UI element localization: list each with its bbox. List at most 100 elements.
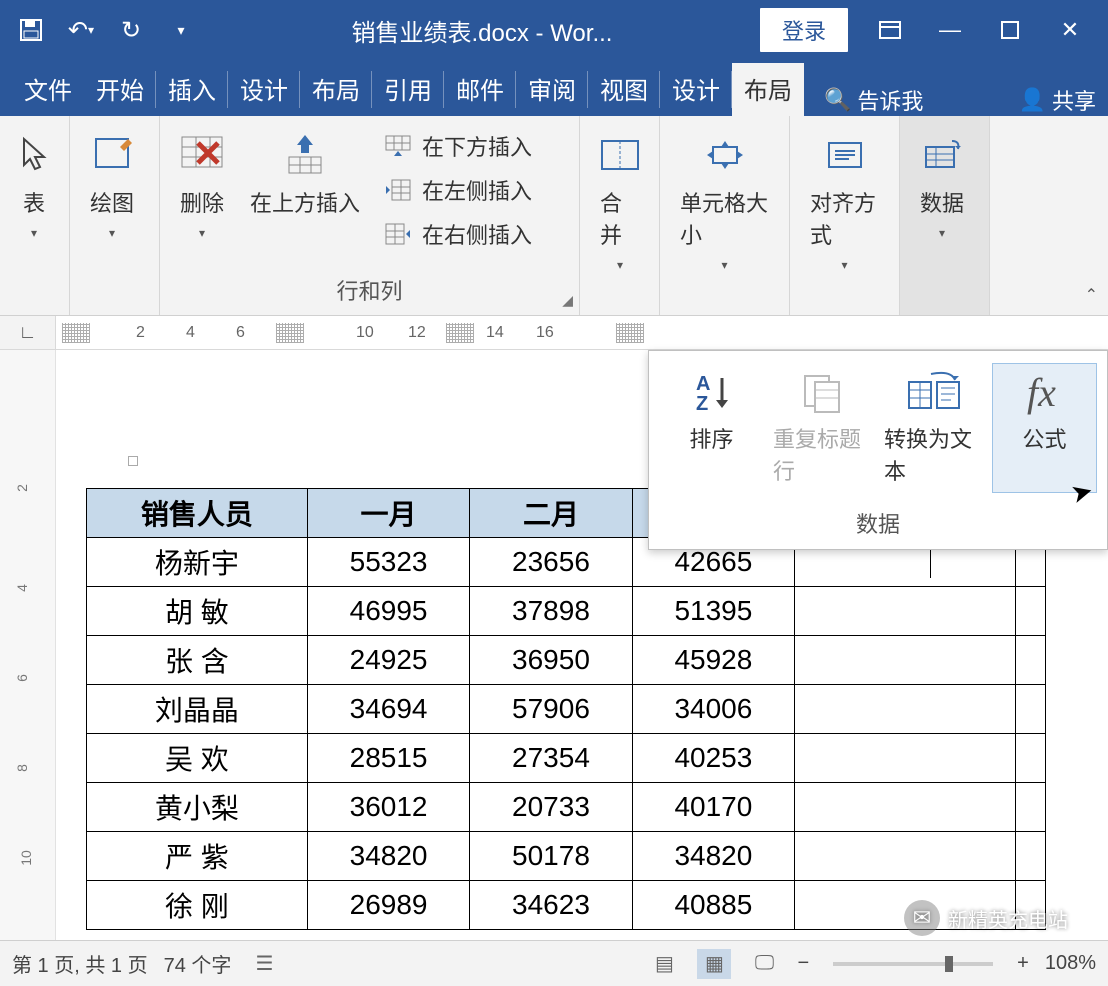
tab-home[interactable]: 开始 <box>84 63 156 116</box>
data-button[interactable]: 数据 <box>912 124 972 246</box>
qat-customize[interactable]: ▾ <box>158 7 204 53</box>
ruler-tabstop[interactable] <box>446 323 474 343</box>
spellcheck-icon[interactable]: ☰ <box>247 949 281 979</box>
table-header[interactable]: 二月 <box>470 489 632 538</box>
delete-button[interactable]: 删除 <box>172 124 232 246</box>
insert-below-button[interactable]: 在下方插入 <box>378 128 536 164</box>
maximize-button[interactable] <box>980 7 1040 53</box>
merge-button[interactable]: 合并 <box>592 124 648 278</box>
close-button[interactable]: ✕ <box>1040 7 1100 53</box>
table-cell[interactable]: 27354 <box>470 734 632 783</box>
table-header[interactable]: 一月 <box>307 489 469 538</box>
table-cell[interactable] <box>795 636 1016 685</box>
read-mode-button[interactable]: ▤ <box>647 949 681 979</box>
save-button[interactable] <box>8 7 54 53</box>
table-cell[interactable]: 34006 <box>632 685 794 734</box>
table-cell[interactable]: 杨新宇 <box>87 538 308 587</box>
tab-design[interactable]: 设计 <box>228 63 300 116</box>
table-cell[interactable]: 34694 <box>307 685 469 734</box>
tab-selector[interactable]: ∟ <box>0 316 56 349</box>
login-button[interactable]: 登录 <box>760 8 848 52</box>
table-cell[interactable]: 37898 <box>470 587 632 636</box>
horizontal-ruler[interactable]: ∟ 2 4 6 10 12 14 16 <box>0 316 1108 350</box>
table-cell[interactable] <box>1016 587 1046 636</box>
table-cell[interactable]: 黄小梨 <box>87 783 308 832</box>
table-cell[interactable]: 46995 <box>307 587 469 636</box>
table-cell[interactable] <box>795 734 1016 783</box>
tab-file[interactable]: 文件 <box>12 63 84 116</box>
table-cell[interactable]: 50178 <box>470 832 632 881</box>
tab-review[interactable]: 审阅 <box>516 63 588 116</box>
table-cell[interactable] <box>1016 685 1046 734</box>
table-cell[interactable]: 40885 <box>632 881 794 930</box>
table-cell[interactable]: 严 紫 <box>87 832 308 881</box>
table-cell[interactable] <box>1016 783 1046 832</box>
table-cell[interactable]: 34623 <box>470 881 632 930</box>
table-cell[interactable]: 刘晶晶 <box>87 685 308 734</box>
table-cell[interactable] <box>1016 636 1046 685</box>
sort-button[interactable]: AZ 排序 <box>659 363 764 493</box>
print-layout-button[interactable]: ▦ <box>697 949 731 979</box>
cell-size-button[interactable]: 单元格大小 <box>672 124 777 278</box>
table-cell[interactable]: 40170 <box>632 783 794 832</box>
word-count[interactable]: 74 个字 <box>164 949 232 978</box>
page-indicator[interactable]: 第 1 页, 共 1 页 <box>12 949 148 978</box>
collapse-ribbon-button[interactable]: ⌃ <box>1085 285 1098 305</box>
table-cell[interactable]: 胡 敏 <box>87 587 308 636</box>
ribbon-display-button[interactable] <box>860 7 920 53</box>
table-cell[interactable] <box>795 832 1016 881</box>
table-cell[interactable]: 吴 欢 <box>87 734 308 783</box>
table-cell[interactable]: 51395 <box>632 587 794 636</box>
tab-insert[interactable]: 插入 <box>156 63 228 116</box>
ruler-tabstop[interactable] <box>616 323 644 343</box>
dialog-launcher[interactable]: ◢ <box>562 292 573 309</box>
table-cell[interactable] <box>1016 734 1046 783</box>
select-table-button[interactable]: 表 <box>12 124 56 246</box>
table-cell[interactable]: 34820 <box>632 832 794 881</box>
sales-table[interactable]: 销售人员 一月 二月 三月 销售总量 杨新宇553232365642665胡 敏… <box>86 488 1046 930</box>
zoom-in-button[interactable]: + <box>1017 952 1029 975</box>
table-cell[interactable]: 23656 <box>470 538 632 587</box>
redo-button[interactable]: ↻ <box>108 7 154 53</box>
table-cell[interactable]: 55323 <box>307 538 469 587</box>
table-cell[interactable]: 24925 <box>307 636 469 685</box>
tab-layout[interactable]: 布局 <box>300 63 372 116</box>
tab-table-design[interactable]: 设计 <box>660 63 732 116</box>
insert-left-button[interactable]: 在左侧插入 <box>378 172 536 208</box>
table-cell[interactable]: 徐 刚 <box>87 881 308 930</box>
zoom-out-button[interactable]: − <box>797 952 809 975</box>
insert-above-button[interactable]: 在上方插入 <box>242 124 368 224</box>
table-cell[interactable] <box>795 685 1016 734</box>
table-move-handle[interactable] <box>128 456 138 466</box>
ruler-tabstop[interactable] <box>276 323 304 343</box>
ruler-tabstop[interactable] <box>62 323 90 343</box>
table-cell[interactable]: 40253 <box>632 734 794 783</box>
table-cell[interactable]: 张 含 <box>87 636 308 685</box>
draw-table-button[interactable]: 绘图 <box>82 124 142 246</box>
tab-references[interactable]: 引用 <box>372 63 444 116</box>
table-cell[interactable]: 45928 <box>632 636 794 685</box>
table-cell[interactable]: 26989 <box>307 881 469 930</box>
undo-button[interactable]: ↶ ▾ <box>58 7 104 53</box>
table-cell[interactable] <box>1016 832 1046 881</box>
table-cell[interactable]: 36012 <box>307 783 469 832</box>
table-cell[interactable]: 36950 <box>470 636 632 685</box>
table-cell[interactable]: 57906 <box>470 685 632 734</box>
tab-mailings[interactable]: 邮件 <box>444 63 516 116</box>
tab-table-layout[interactable]: 布局 <box>732 63 804 116</box>
table-cell[interactable] <box>795 783 1016 832</box>
table-cell[interactable]: 28515 <box>307 734 469 783</box>
formula-button[interactable]: fx 公式 <box>992 363 1097 493</box>
table-header[interactable]: 销售人员 <box>87 489 308 538</box>
convert-to-text-button[interactable]: 转换为文本 <box>881 363 986 493</box>
table-cell[interactable]: 34820 <box>307 832 469 881</box>
tab-view[interactable]: 视图 <box>588 63 660 116</box>
share-button[interactable]: 👤共享 <box>1019 84 1096 116</box>
insert-right-button[interactable]: 在右侧插入 <box>378 216 536 252</box>
table-cell[interactable] <box>795 587 1016 636</box>
zoom-level[interactable]: 108% <box>1045 952 1096 975</box>
vertical-ruler[interactable]: 2 4 6 8 10 <box>0 350 56 940</box>
tell-me-search[interactable]: 🔍告诉我 <box>824 84 923 116</box>
zoom-slider[interactable] <box>833 962 993 966</box>
minimize-button[interactable]: — <box>920 7 980 53</box>
